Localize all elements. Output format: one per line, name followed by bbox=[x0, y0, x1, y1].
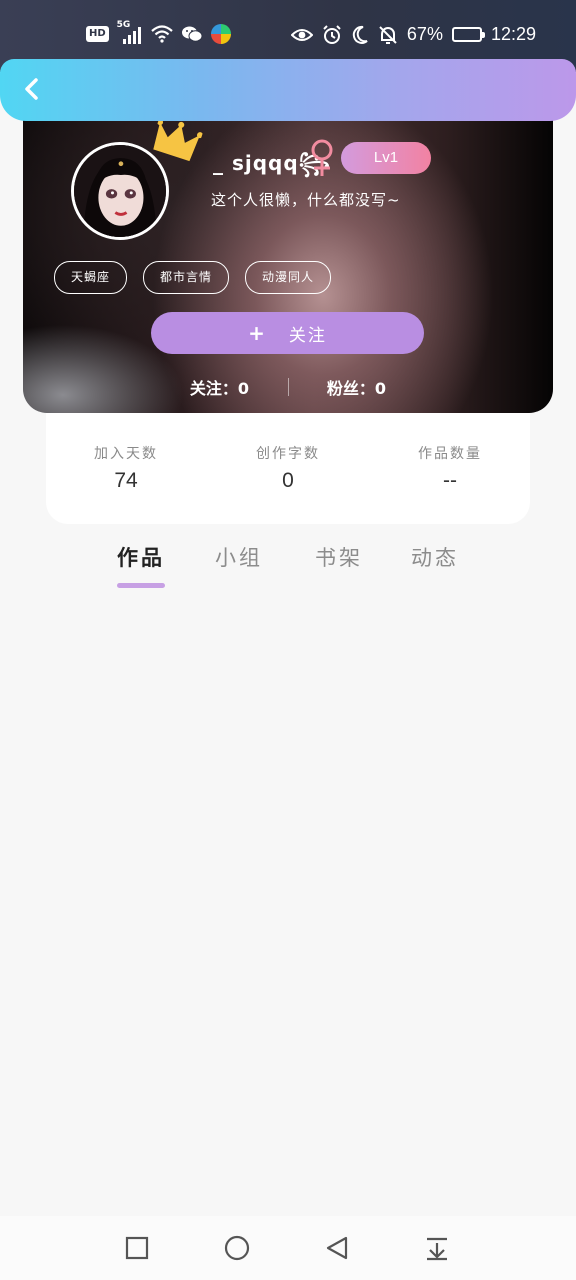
stat-value: -- bbox=[443, 469, 457, 492]
home-button[interactable] bbox=[221, 1232, 253, 1264]
back-button[interactable] bbox=[14, 71, 50, 107]
female-icon bbox=[311, 139, 333, 176]
plus-icon: + bbox=[248, 321, 267, 345]
tab-indicator bbox=[117, 583, 165, 588]
status-left: HD 5G bbox=[86, 20, 231, 44]
signal-icon: 5G bbox=[117, 20, 143, 44]
tag-urban-romance: 都市言情 bbox=[143, 261, 230, 294]
tab-activity[interactable]: 动态 bbox=[400, 542, 470, 572]
avatar[interactable] bbox=[71, 142, 169, 240]
bio-text: 这个人很懒，什么都没写~ bbox=[211, 191, 401, 209]
hd-icon: HD bbox=[86, 26, 109, 42]
tag-anime-fanfic: 动漫同人 bbox=[245, 261, 332, 294]
clock: 12:29 bbox=[490, 24, 536, 44]
status-right: 67% 12:29 bbox=[290, 24, 536, 45]
header-bar bbox=[0, 59, 576, 121]
notification-pull-button[interactable] bbox=[421, 1232, 453, 1264]
recent-apps-icon bbox=[125, 1236, 149, 1260]
stat-word-count: 创作字数 0 bbox=[228, 443, 348, 493]
stat-join-days: 加入天数 74 bbox=[66, 443, 186, 493]
stat-works-count: 作品数量 -- bbox=[390, 443, 510, 493]
tag-zodiac: 天蝎座 bbox=[54, 261, 128, 294]
chevron-left-icon bbox=[25, 78, 38, 100]
stat-label: 加入天数 bbox=[94, 446, 158, 462]
battery-percent: 67% bbox=[406, 24, 443, 44]
wifi-icon bbox=[150, 25, 173, 43]
tab-bookshelf[interactable]: 书架 bbox=[304, 542, 374, 572]
avatar-image bbox=[74, 145, 166, 237]
stat-label: 创作字数 bbox=[256, 446, 320, 462]
stats-panel: 加入天数 74 创作字数 0 作品数量 -- bbox=[46, 400, 530, 524]
recent-apps-button[interactable] bbox=[121, 1232, 153, 1264]
bell-off-icon bbox=[379, 25, 397, 44]
follow-counts: 关注：0 粉丝：0 bbox=[23, 375, 553, 399]
tab-groups[interactable]: 小组 bbox=[204, 542, 274, 572]
stat-value: 0 bbox=[282, 469, 294, 492]
fans-count[interactable]: 粉丝：0 bbox=[297, 375, 417, 399]
alarm-icon bbox=[323, 24, 341, 44]
tag-list: 天蝎座 都市言情 动漫同人 bbox=[54, 261, 332, 294]
home-icon bbox=[224, 1235, 250, 1261]
level-badge: Lv1 bbox=[341, 142, 431, 174]
profile-card: _ sjqqq꧂ Lv1 这个人很懒，什么都没写~ 天蝎座 都市言情 动漫同人 … bbox=[23, 95, 553, 413]
follow-button[interactable]: + 关注 bbox=[151, 312, 424, 354]
app-icon bbox=[210, 24, 231, 44]
tab-bar: 作品 小组 书架 动态 bbox=[0, 540, 576, 600]
battery-icon bbox=[451, 27, 485, 42]
back-icon bbox=[326, 1236, 348, 1260]
stat-value: 74 bbox=[114, 469, 138, 492]
eye-icon bbox=[290, 28, 313, 41]
back-nav-button[interactable] bbox=[321, 1232, 353, 1264]
moon-icon bbox=[352, 25, 368, 44]
notification-pull-icon bbox=[427, 1237, 447, 1261]
wechat-icon bbox=[181, 26, 203, 42]
divider bbox=[287, 378, 289, 396]
follow-label: 关注 bbox=[288, 325, 327, 346]
navigation-bar bbox=[0, 1216, 576, 1280]
stat-label: 作品数量 bbox=[418, 446, 482, 462]
following-count[interactable]: 关注：0 bbox=[160, 375, 280, 399]
tab-works[interactable]: 作品 bbox=[106, 542, 176, 572]
